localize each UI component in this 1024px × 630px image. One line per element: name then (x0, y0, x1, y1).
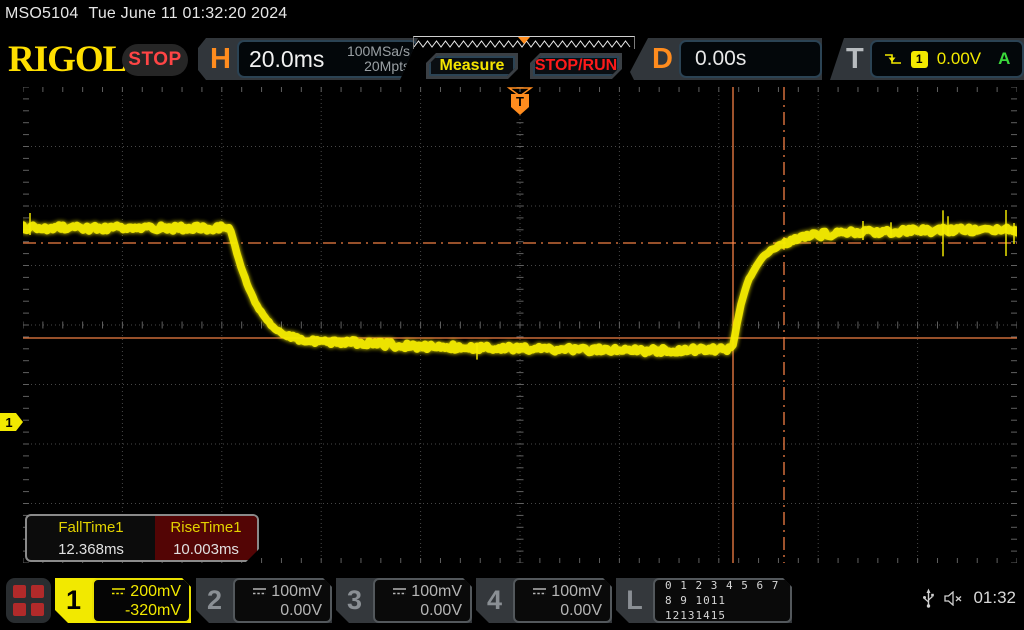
acquisition-status: STOP (128, 49, 182, 70)
channel-1-status-badge[interactable]: 1 200mV -320mV (55, 578, 191, 623)
channel-4-number: 4 (486, 585, 503, 615)
preview-trigger-position-icon[interactable] (518, 37, 530, 44)
sample-rate: 100MSa/s (346, 43, 410, 59)
logic-channels-badge[interactable]: L 0 1 2 3 4 5 6 7 8 9 1011 12131415 (616, 578, 792, 623)
channel-1-ground-marker[interactable]: 1 (0, 413, 23, 431)
menu-grid-button[interactable] (6, 578, 51, 623)
acquisition-status-badge: STOP (122, 44, 188, 76)
dc-coupling-icon (111, 587, 126, 596)
dc-coupling-icon (392, 587, 407, 596)
channel-4-offset: 0.00V (560, 601, 602, 619)
measurement-1-name[interactable]: FallTime1 (27, 516, 155, 538)
usb-icon (923, 588, 935, 608)
sample-rate-memdepth: 100MSa/s 20Mpts (347, 44, 410, 74)
beeper-muted-icon (944, 590, 962, 606)
channel-3-number: 3 (346, 585, 363, 615)
dc-coupling-icon (532, 587, 547, 596)
timebase-value: 20.0ms (248, 45, 325, 72)
measure-button[interactable]: Measure (426, 53, 518, 79)
waveform-display[interactable]: T (23, 87, 1017, 563)
horizontal-settings-badge[interactable]: H 20.0ms 100MSa/s 20Mpts (198, 38, 418, 80)
menu-square-icon (31, 603, 44, 616)
measurement-results-panel[interactable]: FallTime1 RiseTime1 12.368ms 10.003ms (25, 514, 259, 562)
memory-waveform-preview[interactable] (413, 36, 635, 49)
delay-label: D (652, 42, 673, 75)
measurement-2-name[interactable]: RiseTime1 (155, 516, 257, 538)
clock: 01:32 (973, 588, 1016, 607)
model-name: MSO5104 (5, 5, 79, 22)
logic-row-2: 8 9 1011 12131415 (665, 594, 726, 622)
dc-coupling-icon (252, 587, 267, 596)
rigol-logo: RIGOL (8, 39, 127, 80)
channel-2-offset: 0.00V (280, 601, 322, 619)
delay-badge[interactable]: D 0.00s (630, 38, 822, 80)
channel-3-scale: 100mV (375, 582, 462, 601)
channel-2-status-badge[interactable]: 2 100mV 0.00V (196, 578, 332, 623)
datetime: Tue June 11 01:32:20 2024 (88, 5, 288, 22)
channel-3-status-badge[interactable]: 3 100mV 0.00V (336, 578, 472, 623)
trigger-label: T (846, 42, 864, 75)
channel-4-status-badge[interactable]: 4 100mV 0.00V (476, 578, 612, 623)
menu-square-icon (31, 585, 44, 598)
logic-label: L (626, 585, 643, 615)
channel-1-scale: 200mV (94, 582, 181, 601)
horizontal-label: H (210, 42, 231, 75)
channel-1-offset: -320mV (124, 601, 181, 619)
svg-text:T: T (516, 94, 524, 109)
channel-2-scale: 100mV (235, 582, 322, 601)
channel-1-number: 1 (65, 585, 82, 615)
menu-square-icon (13, 603, 26, 616)
stop-run-button[interactable]: STOP/RUN (530, 53, 622, 79)
channel-2-number: 2 (206, 585, 223, 615)
trigger-mode: A (998, 49, 1011, 68)
measurement-1-value: 12.368ms (58, 540, 124, 558)
channel-3-offset: 0.00V (420, 601, 462, 619)
menu-square-icon (13, 585, 26, 598)
trigger-falling-edge-icon (884, 54, 901, 64)
trigger-source-badge: 1 (910, 50, 928, 68)
status-bar: MSO5104 Tue June 11 01:32:20 2024 (5, 5, 287, 23)
delay-value: 0.00s (694, 47, 747, 70)
memory-depth: 20Mpts (364, 58, 410, 74)
logic-row-1: 0 1 2 3 4 5 6 7 (665, 579, 780, 592)
horizontal-panel[interactable]: 20.0ms 100MSa/s 20Mpts (237, 40, 418, 78)
trigger-level-value: 0.00V (936, 49, 982, 68)
trigger-panel[interactable]: 1 0.00V A (869, 40, 1024, 78)
channel-4-scale: 100mV (515, 582, 602, 601)
trigger-badge[interactable]: T 1 0.00V A (830, 38, 1024, 80)
measurement-2-value: 10.003ms (155, 538, 257, 560)
delay-panel[interactable]: 0.00s (679, 40, 822, 78)
oscilloscope-screen: { "header": { "model": "MSO5104", "datet… (0, 0, 1024, 630)
